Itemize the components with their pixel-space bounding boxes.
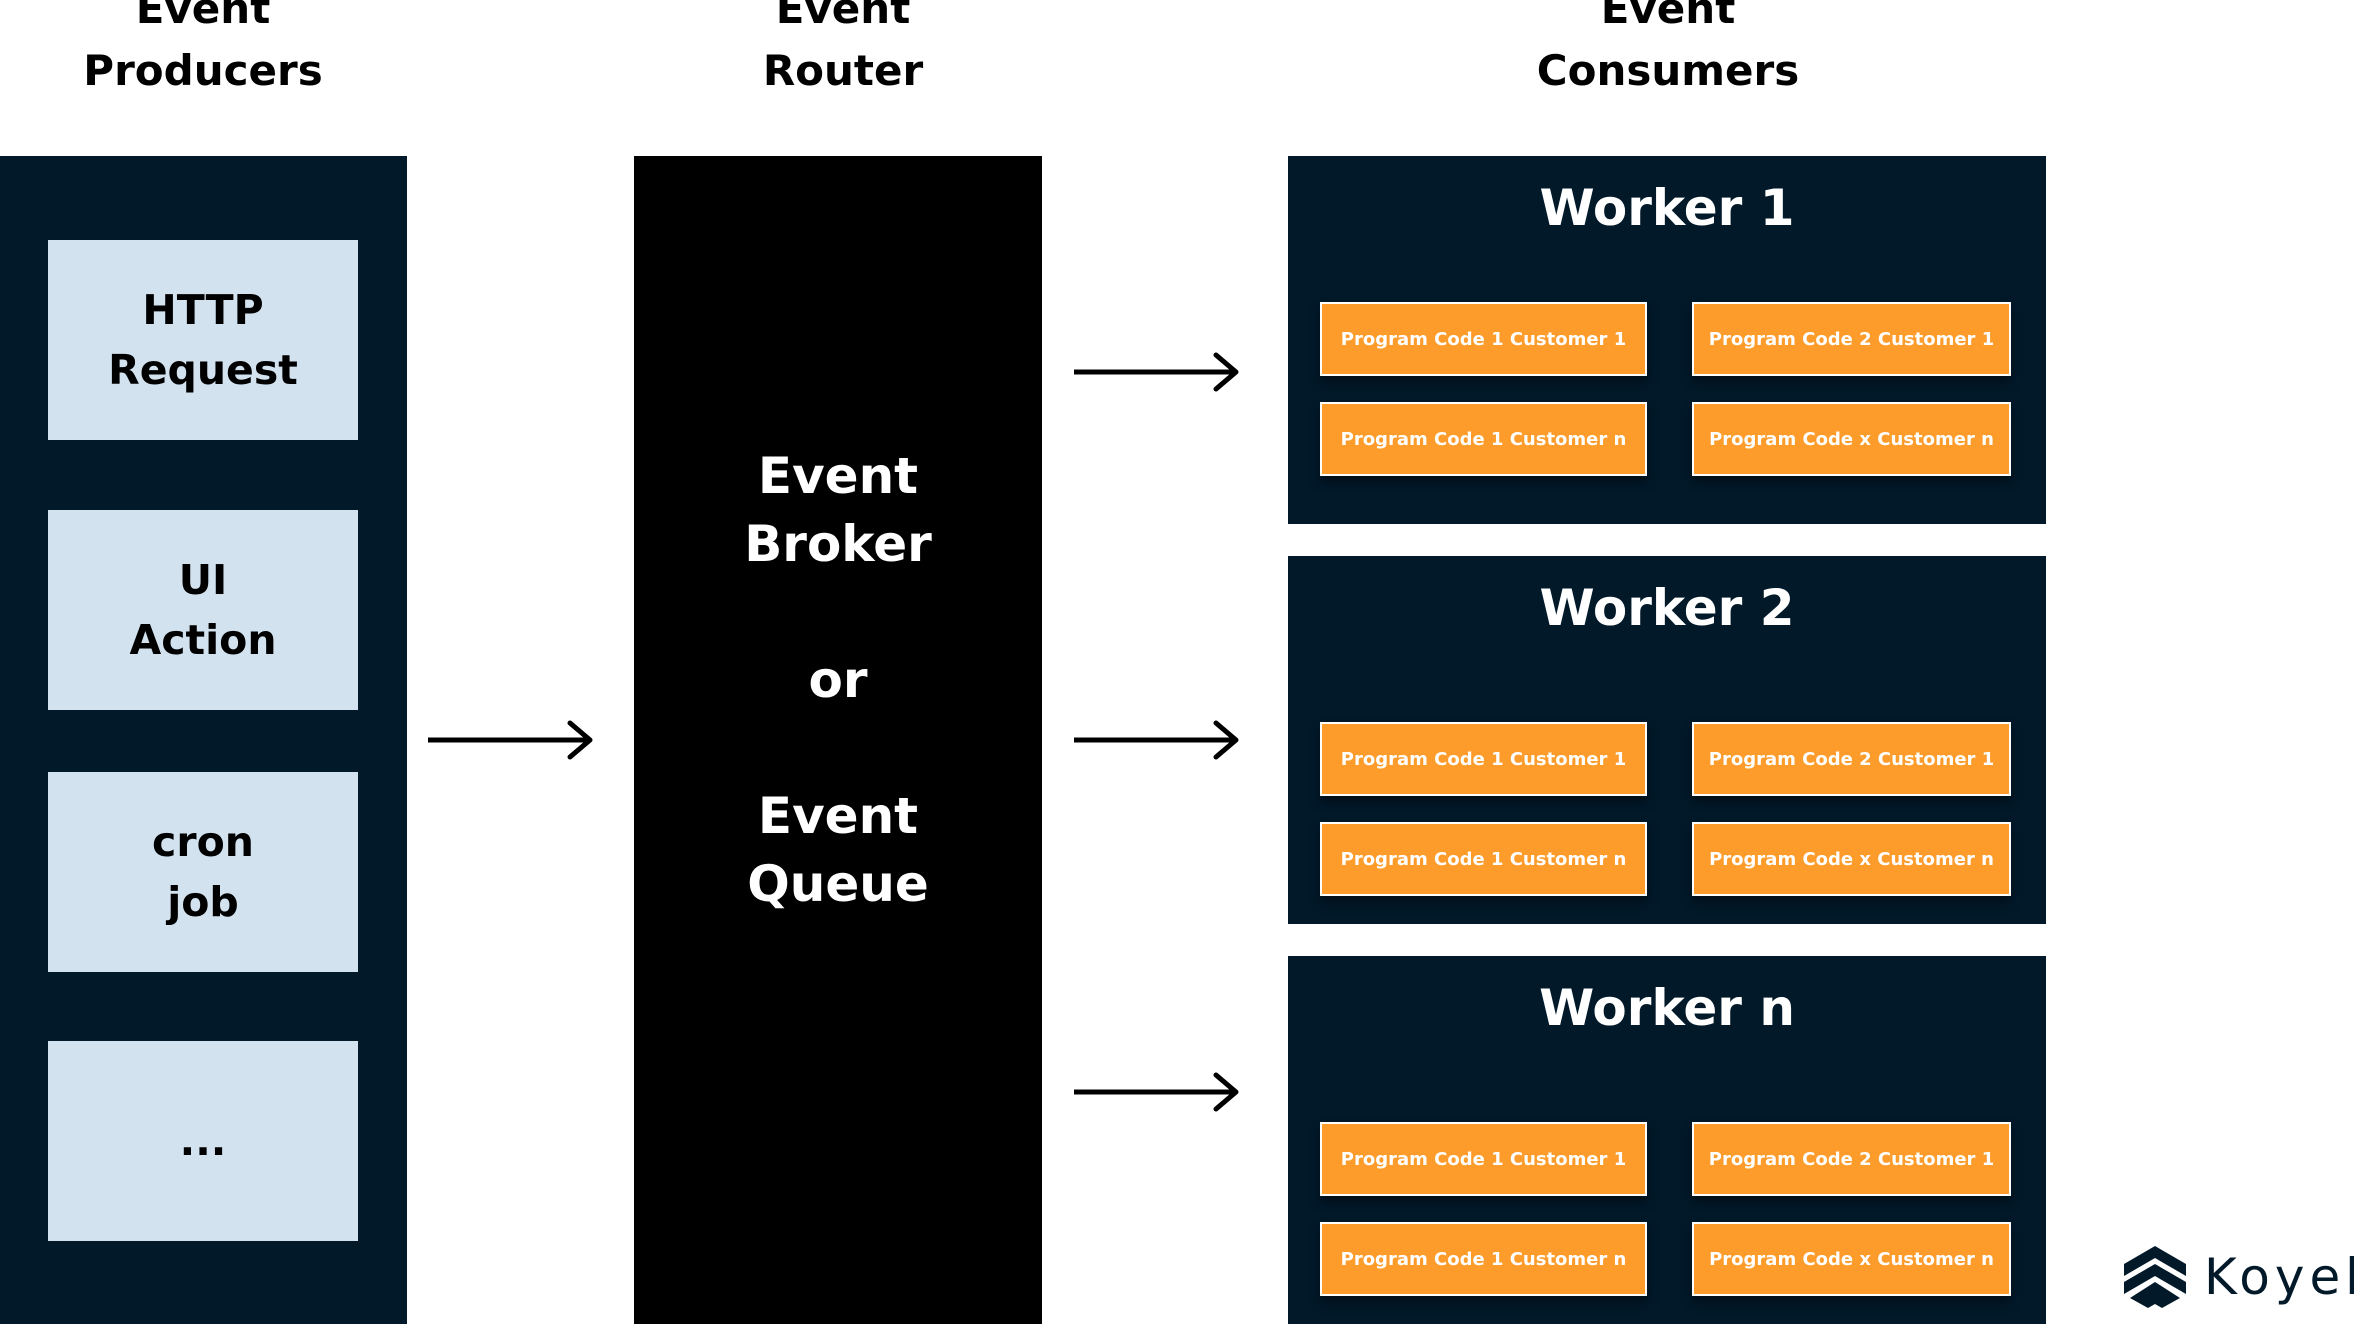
koyeb-wordmark: Koyeb	[2204, 1248, 2354, 1306]
program-box: Program Code 2 Customer 1	[1692, 1122, 2011, 1196]
program-box: Program Code x Customer n	[1692, 1222, 2011, 1296]
producer-label-line: Action	[129, 616, 277, 664]
event-router-panel: Event Broker or Event Queue	[634, 156, 1042, 1324]
program-box: Program Code 1 Customer 1	[1320, 1122, 1647, 1196]
worker-title: Worker n	[1539, 979, 1795, 1037]
producer-more: ...	[48, 1041, 358, 1241]
arrow-right-icon	[1074, 720, 1239, 760]
worker-2-panel: Worker 2 Program Code 1 Customer 1 Progr…	[1288, 556, 2046, 924]
router-header: Event Router	[633, 0, 1053, 102]
producers-header-line-1: Event	[135, 0, 271, 33]
program-box: Program Code 2 Customer 1	[1692, 722, 2011, 796]
event-producers-panel: HTTP Request UI Action cron job ...	[0, 156, 407, 1324]
worker-n-panel: Worker n Program Code 1 Customer 1 Progr…	[1288, 956, 2046, 1324]
producers-header: Event Producers	[0, 0, 413, 102]
producer-label-line: cron	[152, 818, 254, 866]
router-header-line-2: Router	[762, 46, 924, 95]
producer-label-line: job	[167, 878, 239, 926]
producer-label-line: Request	[108, 346, 298, 394]
producer-http-request: HTTP Request	[48, 240, 358, 440]
producer-label-line: HTTP	[142, 286, 264, 334]
producer-label-line: UI	[178, 556, 228, 604]
producers-header-line-2: Producers	[83, 46, 323, 95]
producer-cron-job: cron job	[48, 772, 358, 972]
program-box: Program Code 1 Customer n	[1320, 1222, 1647, 1296]
arrow-right-icon	[428, 720, 593, 760]
router-label-line: Broker	[744, 515, 932, 573]
arrow-right-icon	[1074, 1072, 1239, 1112]
producer-ui-action: UI Action	[48, 510, 358, 710]
program-box: Program Code x Customer n	[1692, 822, 2011, 896]
producer-label-line: ...	[179, 1117, 227, 1165]
router-label-line: Event	[757, 787, 919, 845]
arrow-right-icon	[1074, 352, 1239, 392]
koyeb-logo: Koyeb	[2122, 1242, 2354, 1312]
worker-title: Worker 1	[1539, 179, 1795, 237]
program-box: Program Code x Customer n	[1692, 402, 2011, 476]
consumers-header: Event Consumers	[1458, 0, 1878, 102]
consumers-header-line-1: Event	[1600, 0, 1736, 33]
router-label-line: or	[808, 651, 868, 709]
consumers-header-line-2: Consumers	[1536, 46, 1800, 95]
program-box: Program Code 1 Customer 1	[1320, 722, 1647, 796]
worker-1-panel: Worker 1 Program Code 1 Customer 1 Progr…	[1288, 156, 2046, 524]
program-box: Program Code 2 Customer 1	[1692, 302, 2011, 376]
router-header-line-1: Event	[775, 0, 911, 33]
program-box: Program Code 1 Customer n	[1320, 822, 1647, 896]
koyeb-logo-icon	[2124, 1246, 2186, 1308]
program-box: Program Code 1 Customer 1	[1320, 302, 1647, 376]
worker-title: Worker 2	[1539, 579, 1795, 637]
router-label-line: Queue	[747, 855, 929, 913]
program-box: Program Code 1 Customer n	[1320, 402, 1647, 476]
router-label-line: Event	[757, 447, 919, 505]
